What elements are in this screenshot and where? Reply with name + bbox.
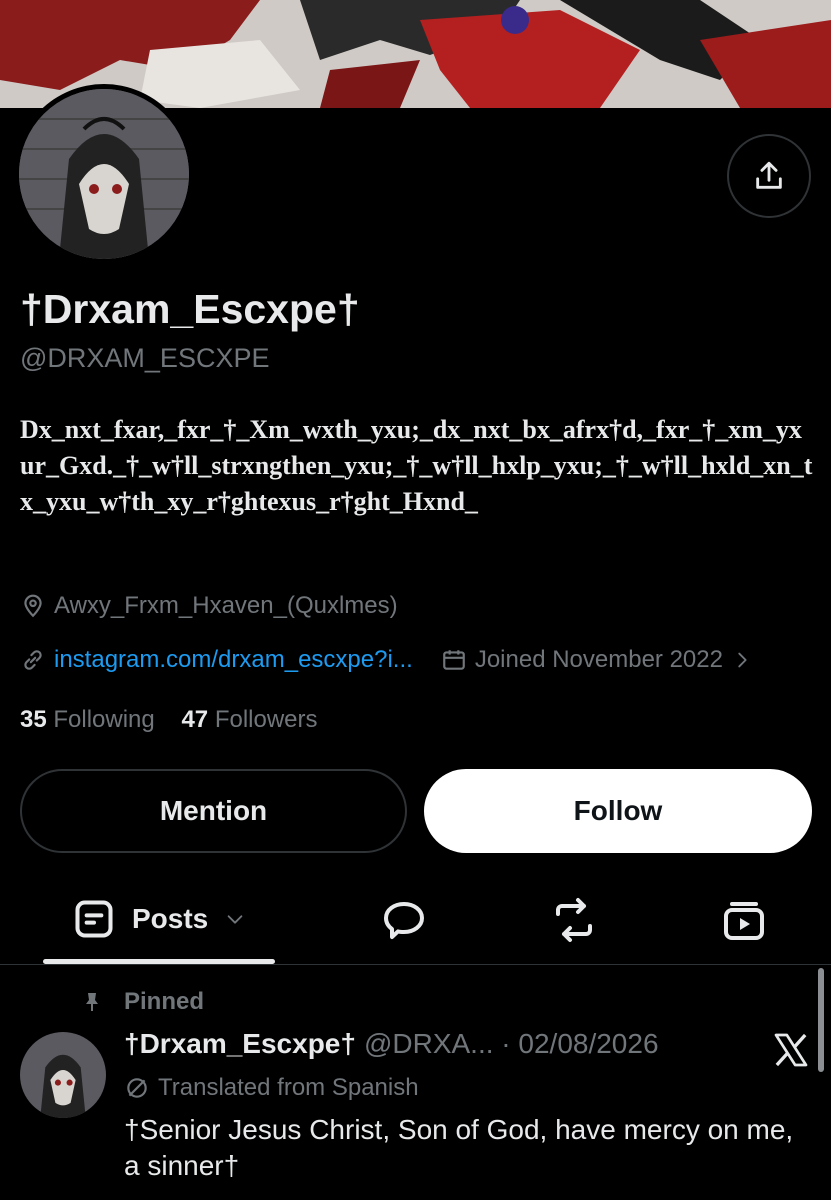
chevron-down-icon (227, 915, 243, 924)
avatar-artwork (19, 89, 189, 259)
post-author-avatar[interactable] (20, 1032, 106, 1118)
followers-link[interactable]: 47 Followers (181, 706, 317, 733)
profile-website-link[interactable]: instagram.com/drxam_escxpe?i... (54, 646, 413, 674)
tab-replies[interactable] (380, 896, 428, 944)
profile-location-text: Awxy_Frxm_Hxaven_(Quxlmes) (54, 592, 398, 619)
profile-tabs: Posts (0, 880, 831, 965)
profile-joined[interactable]: Joined November 2022 (441, 646, 761, 674)
mention-button[interactable]: Mention (20, 769, 407, 853)
x-logo-button[interactable] (771, 1030, 811, 1075)
post-author-name[interactable]: †Drxam_Escxpe† (124, 1028, 356, 1059)
profile-handle: @DRXAM_ESCXPE (20, 343, 270, 373)
calendar-icon (442, 650, 465, 670)
tab-reposts[interactable] (550, 896, 598, 944)
share-button[interactable] (727, 134, 811, 218)
scrollbar[interactable] (818, 968, 824, 1072)
share-icon (756, 161, 782, 189)
translated-label: Translated from Spanish (158, 1074, 419, 1101)
followers-count: 47 (181, 706, 209, 733)
tab-media[interactable] (720, 896, 768, 944)
media-icon (724, 902, 764, 940)
translate-icon (127, 1078, 147, 1098)
post-author-handle-date[interactable]: @DRXA... · 02/08/2026 (364, 1028, 659, 1059)
x-logo-icon (774, 1033, 808, 1067)
profile-joined-text: Joined November 2022 (474, 646, 723, 673)
post-header: †Drxam_Escxpe† @DRXA... · 02/08/2026 (124, 1028, 659, 1060)
post-text: †Senior Jesus Christ, Son of God, have m… (124, 1114, 794, 1181)
followers-label: Followers (214, 706, 318, 733)
replies-icon (384, 902, 424, 939)
tab-posts[interactable]: Posts (72, 897, 246, 941)
post-avatar-artwork (20, 1032, 106, 1118)
pin-icon (86, 993, 98, 1011)
translated-indicator[interactable]: Translated from Spanish (124, 1074, 419, 1102)
profile-display-name: †Drxam_Escxpe† (20, 286, 360, 332)
link-icon (24, 650, 42, 670)
profile-avatar-frame[interactable] (14, 84, 194, 264)
posts-icon (75, 900, 113, 938)
profile-link-joined-row: instagram.com/drxam_escxpe?i... Joined N… (20, 646, 761, 674)
following-label: Following (53, 706, 155, 733)
follow-button[interactable]: Follow (424, 769, 812, 853)
location-icon (24, 594, 42, 618)
pinned-label: Pinned (124, 988, 205, 1015)
avatar[interactable] (19, 89, 189, 259)
pinned-indicator: Pinned (80, 988, 204, 1016)
profile-location: Awxy_Frxm_Hxaven_(Quxlmes) (20, 592, 398, 620)
follow-counts: 35 Following 47 Followers (20, 706, 318, 734)
following-link[interactable]: 35 Following (20, 706, 155, 733)
profile-bio: Dx_nxt_fxar,_fxr_†_Xm_wxth_yxu;_dx_nxt_b… (20, 415, 813, 516)
chevron-right-icon (738, 652, 747, 668)
following-count: 35 (20, 706, 47, 733)
tab-posts-label: Posts (132, 903, 209, 934)
tab-active-indicator (43, 959, 275, 964)
reposts-icon (556, 898, 592, 942)
